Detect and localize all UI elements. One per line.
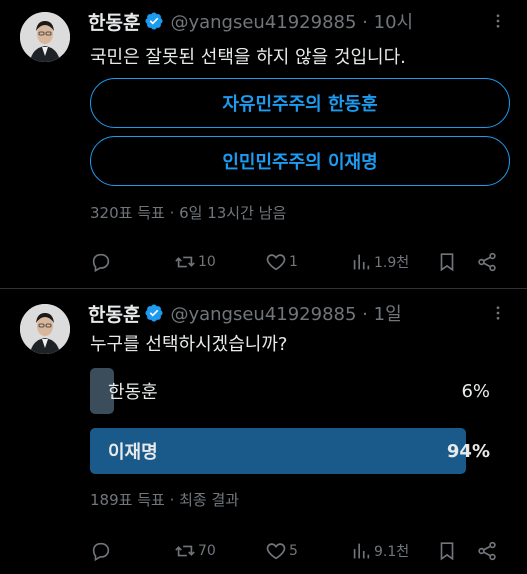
- tweet-text: 국민은 잘못된 선택을 하지 않을 것입니다.: [90, 47, 406, 68]
- reply-icon: [92, 253, 110, 273]
- share-icon: [478, 541, 496, 561]
- tweet-text: 누구를 선택하시겠습니까?: [90, 334, 288, 355]
- views-button[interactable]: 1.9천: [350, 247, 409, 277]
- handle-and-time: @yangseu41929885 · 10시: [170, 12, 414, 33]
- share-button[interactable]: [476, 536, 498, 566]
- poll-meta: 320표 득표 · 6일 13시간 남음: [90, 204, 287, 222]
- reply-icon: [92, 542, 110, 562]
- poll-result-label: 이재명: [108, 442, 158, 463]
- poll-result-winner: 이재명 94%: [90, 428, 490, 474]
- views-count: 1.9천: [374, 255, 410, 271]
- share-icon: [478, 252, 496, 272]
- views-count: 9.1천: [374, 544, 410, 560]
- poll-result: 한동훈 6%: [90, 368, 490, 414]
- retweet-button[interactable]: 70: [174, 536, 216, 566]
- action-bar: 10 1 1.9천: [90, 247, 510, 277]
- retweet-button[interactable]: 10: [174, 247, 216, 277]
- bookmark-icon: [440, 542, 454, 561]
- tweet-poll-closed[interactable]: 한동훈 @yangseu41929885 · 1일 누구를 선택하시겠습니까? …: [0, 290, 527, 574]
- reply-button[interactable]: [90, 247, 114, 277]
- retweet-count: 10: [198, 254, 216, 270]
- verified-badge-icon: [145, 304, 163, 322]
- share-button[interactable]: [476, 247, 498, 277]
- bookmark-button[interactable]: [436, 247, 458, 277]
- action-bar: 70 5 9.1천: [90, 536, 510, 566]
- reply-button[interactable]: [90, 536, 114, 566]
- avatar[interactable]: [20, 12, 70, 62]
- display-name[interactable]: 한동훈: [88, 8, 140, 35]
- views-icon: [353, 254, 370, 270]
- poll-option-button[interactable]: 인민민주주의 이재명: [90, 136, 510, 186]
- retweet-icon: [175, 545, 195, 557]
- like-icon: [266, 254, 286, 271]
- bookmark-button[interactable]: [436, 536, 458, 566]
- views-button[interactable]: 9.1천: [350, 536, 409, 566]
- like-button[interactable]: 5: [265, 536, 298, 566]
- verified-badge-icon: [145, 12, 163, 30]
- handle-and-time: @yangseu41929885 · 1일: [170, 304, 402, 325]
- bookmark-icon: [440, 253, 454, 272]
- retweet-icon: [175, 256, 195, 268]
- poll-result-percent: 94%: [446, 440, 490, 462]
- like-button[interactable]: 1: [265, 247, 298, 277]
- like-count: 5: [289, 543, 298, 559]
- display-name[interactable]: 한동훈: [88, 300, 140, 327]
- poll-result-percent: 6%: [461, 380, 490, 402]
- like-count: 1: [289, 254, 298, 270]
- views-icon: [353, 543, 370, 559]
- poll-meta: 189표 득표 · 최종 결과: [90, 491, 240, 509]
- tweet-poll-open[interactable]: 한동훈 @yangseu41929885 · 10시 국민은 잘못된 선택을 하…: [0, 0, 527, 288]
- avatar[interactable]: [20, 304, 70, 354]
- more-icon[interactable]: [489, 304, 507, 322]
- retweet-count: 70: [198, 543, 216, 559]
- like-icon: [266, 543, 286, 560]
- divider: [0, 288, 527, 289]
- more-icon[interactable]: [489, 12, 507, 30]
- poll-option-button[interactable]: 자유민주주의 한동훈: [90, 78, 510, 128]
- poll-result-label: 한동훈: [108, 382, 158, 403]
